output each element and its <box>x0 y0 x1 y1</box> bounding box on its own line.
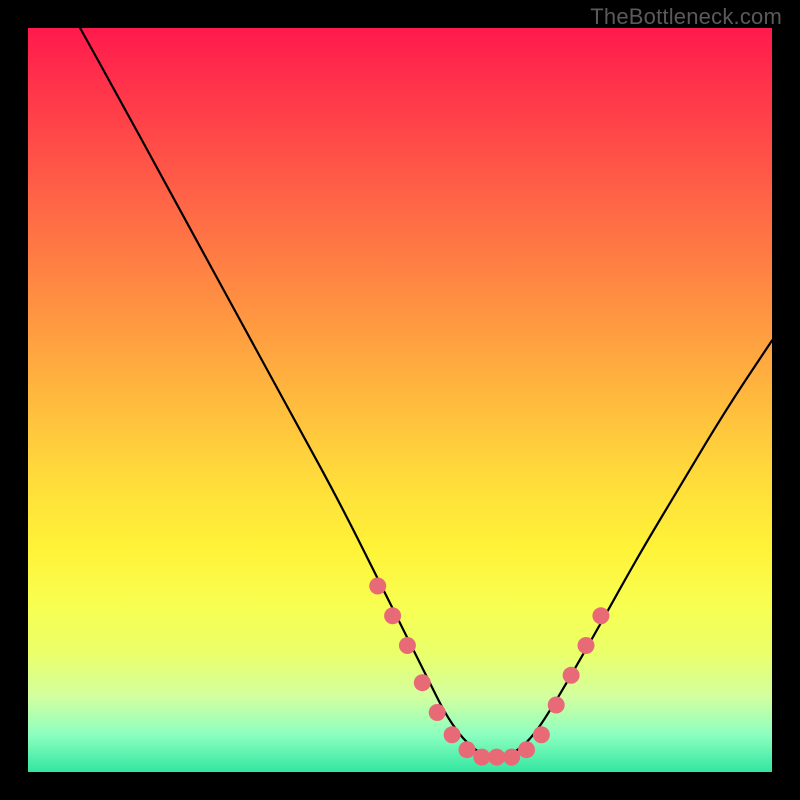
data-marker <box>518 741 535 758</box>
data-marker <box>399 637 416 654</box>
curve-layer <box>28 28 772 772</box>
data-marker <box>369 578 386 595</box>
data-marker <box>488 749 505 766</box>
data-marker <box>414 674 431 691</box>
data-marker <box>548 697 565 714</box>
data-marker <box>563 667 580 684</box>
watermark-label: TheBottleneck.com <box>590 4 782 30</box>
data-marker <box>592 607 609 624</box>
bottleneck-curve <box>80 28 772 757</box>
data-marker <box>444 726 461 743</box>
data-marker <box>459 741 476 758</box>
gradient-plot-area <box>28 28 772 772</box>
data-marker <box>429 704 446 721</box>
data-marker <box>384 607 401 624</box>
data-marker <box>533 726 550 743</box>
chart-frame: TheBottleneck.com <box>0 0 800 800</box>
data-marker <box>578 637 595 654</box>
data-marker <box>503 749 520 766</box>
data-marker <box>473 749 490 766</box>
